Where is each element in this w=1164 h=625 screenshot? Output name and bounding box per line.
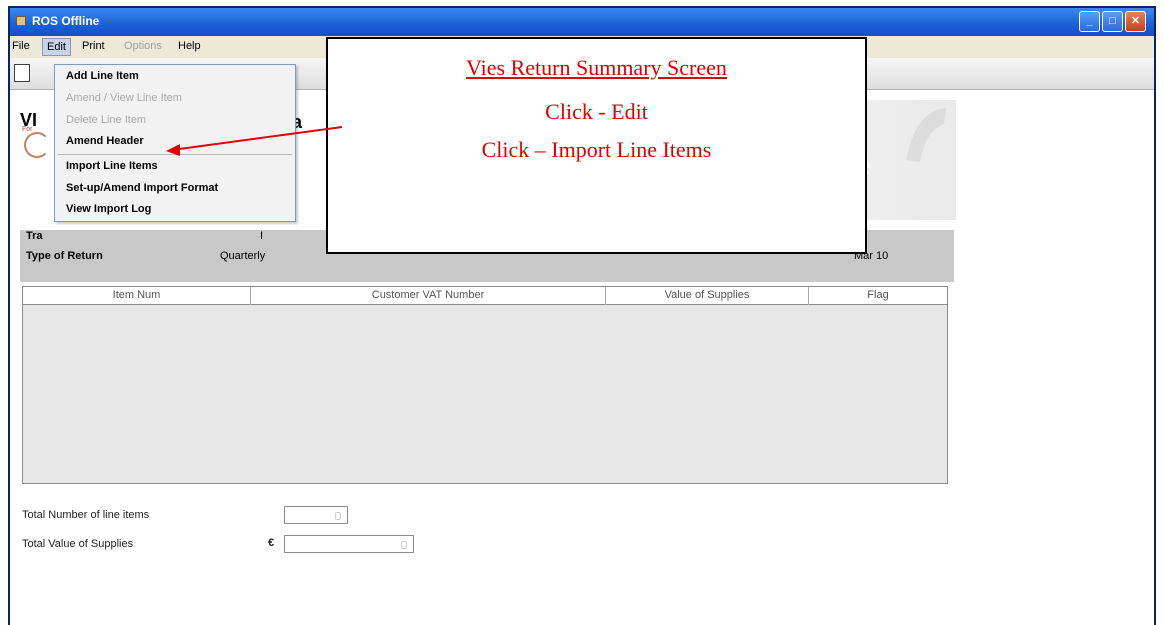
window-title: ROS Offline [32,14,100,28]
maximize-button[interactable]: □ [1102,11,1123,32]
menu-item-add-line-item[interactable]: Add Line Item [66,70,139,82]
menu-item-import-line-items[interactable]: Import Line Items [66,160,158,172]
harp-watermark-icon [906,108,946,162]
menu-item-setup-import-format[interactable]: Set-up/Amend Import Format [66,182,218,194]
menu-file[interactable]: File [12,40,30,52]
total-line-items-field[interactable] [284,506,348,524]
edit-dropdown-menu: Add Line Item Amend / View Line Item Del… [54,64,296,222]
header-panel-footer [20,270,954,282]
logo-ring-icon [24,132,50,158]
trader-vat-value: I [260,230,264,242]
instruction-callout: Vies Return Summary Screen Click - Edit … [326,37,867,254]
app-icon [16,16,26,26]
column-header-value-of-supplies[interactable]: Value of Supplies [606,287,809,305]
menu-item-amend-header[interactable]: Amend Header [66,135,144,147]
title-bar: ROS Offline _ □ ✕ [10,8,1154,36]
callout-step-2: Click – Import Line Items [481,137,712,162]
callout-title: Vies Return Summary Screen [466,55,727,80]
column-header-customer-vat[interactable]: Customer VAT Number [251,287,606,305]
type-of-return-label: Type of Return [26,250,103,262]
trader-vat-label: Tra [26,230,43,242]
total-line-items-label: Total Number of line items [22,509,150,521]
column-header-flag[interactable]: Flag [809,287,947,305]
menu-separator [58,154,292,155]
menu-print[interactable]: Print [82,40,105,52]
menu-item-amend-view-line-item[interactable]: Amend / View Line Item [66,92,182,104]
minimize-button[interactable]: _ [1079,11,1100,32]
line-items-table[interactable]: Item Num Customer VAT Number Value of Su… [22,286,948,484]
menu-options[interactable]: Options [124,40,162,52]
callout-step-1: Click - Edit [545,99,648,124]
column-header-item-num[interactable]: Item Num [23,287,251,305]
table-header: Item Num Customer VAT Number Value of Su… [23,287,947,305]
type-of-return-value: Quarterly [220,250,266,262]
menu-help[interactable]: Help [178,40,201,52]
total-value-of-supplies-field[interactable] [284,535,414,553]
app-window: ROS Offline _ □ ✕ File Edit Print Option… [8,6,1156,625]
menu-edit[interactable]: Edit [42,38,71,56]
euro-symbol: € [268,537,275,549]
menu-item-delete-line-item[interactable]: Delete Line Item [66,114,146,126]
close-button[interactable]: ✕ [1125,11,1146,32]
page-subtitle-fragment: For [22,126,33,133]
total-value-of-supplies-label: Total Value of Supplies [22,538,134,550]
new-document-icon[interactable] [14,64,30,82]
menu-item-view-import-log[interactable]: View Import Log [66,203,151,215]
